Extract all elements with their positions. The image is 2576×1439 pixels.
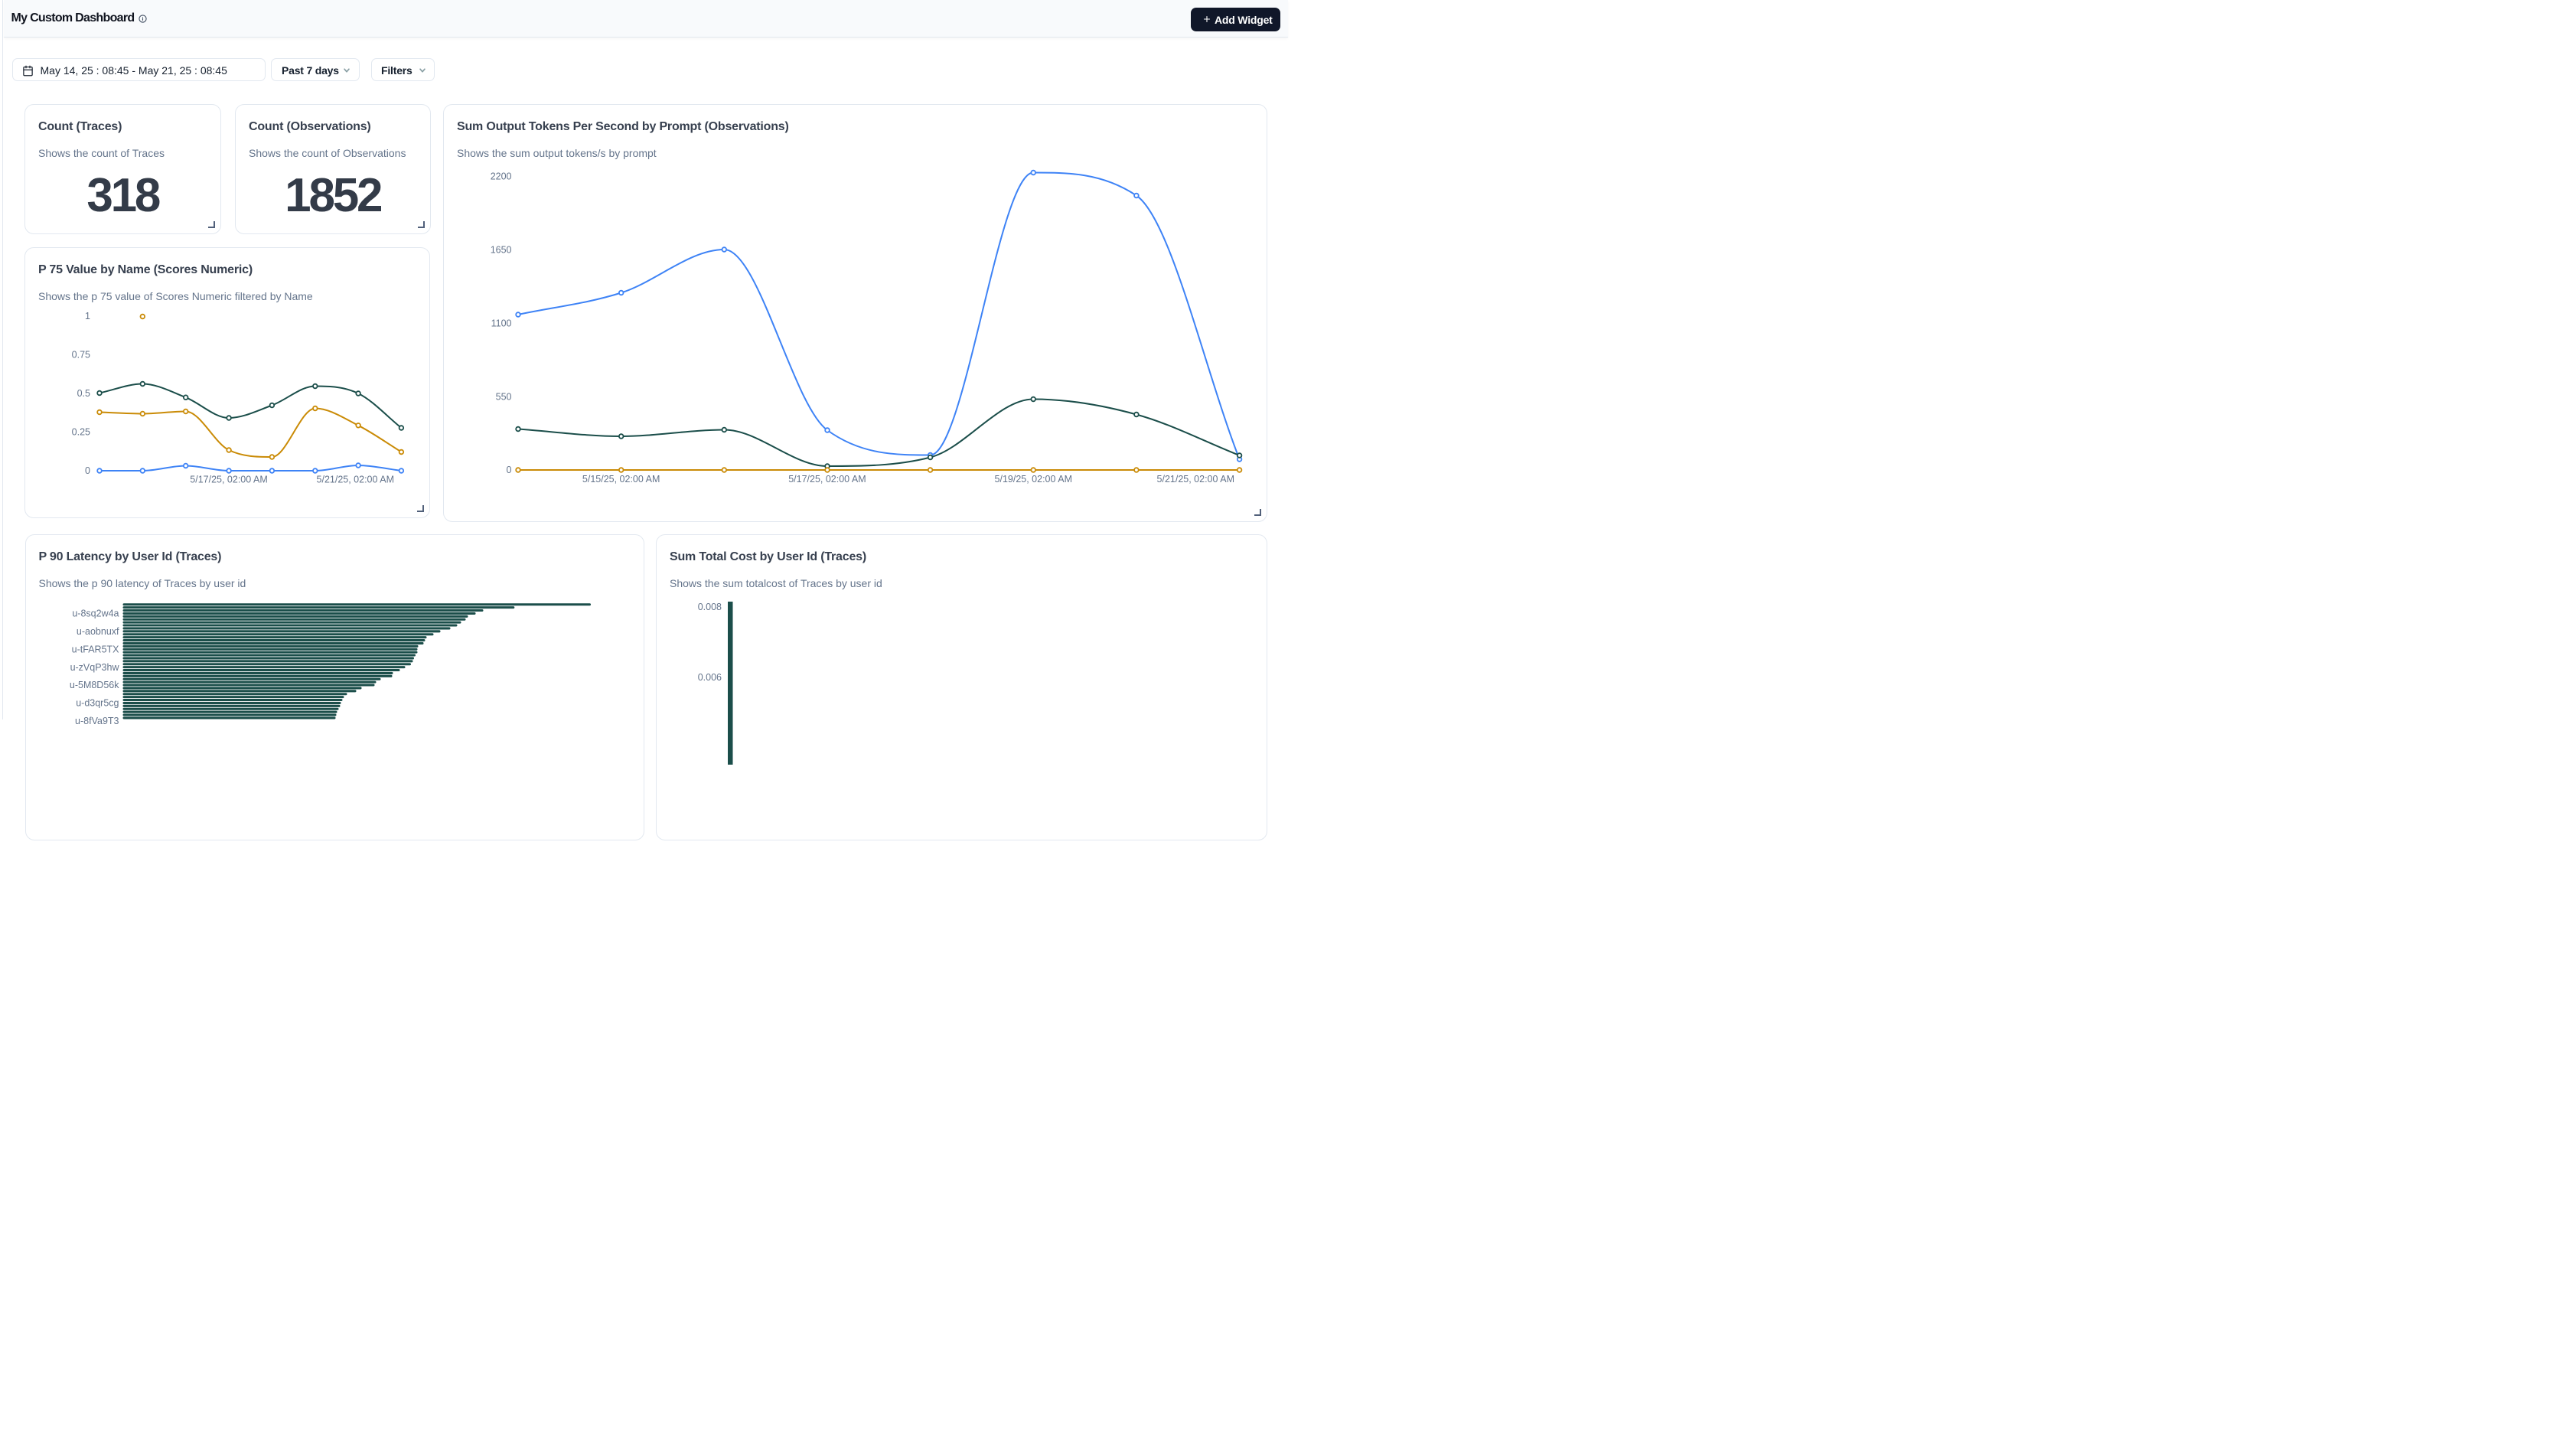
svg-text:1650: 1650 [491, 245, 512, 256]
svg-text:u-d3qr5cg: u-d3qr5cg [76, 698, 119, 709]
svg-text:5/21/25, 02:00 AM: 5/21/25, 02:00 AM [1157, 474, 1234, 485]
svg-text:550: 550 [496, 391, 512, 402]
svg-text:5/17/25, 02:00 AM: 5/17/25, 02:00 AM [190, 474, 267, 485]
svg-text:0.25: 0.25 [72, 426, 90, 437]
svg-text:5/17/25, 02:00 AM: 5/17/25, 02:00 AM [788, 474, 866, 485]
svg-text:5/21/25, 02:00 AM: 5/21/25, 02:00 AM [317, 474, 394, 485]
svg-text:u-aobnuxf: u-aobnuxf [76, 626, 119, 637]
svg-text:u-5M8D56k: u-5M8D56k [69, 680, 119, 690]
svg-text:0.5: 0.5 [77, 388, 90, 399]
svg-text:2200: 2200 [491, 171, 512, 182]
svg-text:5/19/25, 02:00 AM: 5/19/25, 02:00 AM [995, 474, 1072, 485]
svg-text:0.75: 0.75 [72, 349, 90, 360]
svg-text:0: 0 [85, 465, 90, 476]
svg-text:0.006: 0.006 [698, 672, 722, 683]
svg-text:0: 0 [507, 465, 512, 475]
svg-text:5/15/25, 02:00 AM: 5/15/25, 02:00 AM [582, 474, 660, 485]
svg-text:u-8sq2w4a: u-8sq2w4a [72, 609, 119, 619]
svg-text:u-8fVa9T3: u-8fVa9T3 [75, 716, 119, 726]
svg-text:1: 1 [85, 311, 90, 321]
svg-text:0.008: 0.008 [698, 602, 722, 612]
svg-text:u-tFAR5TX: u-tFAR5TX [71, 644, 119, 654]
svg-text:u-zVqP3hw: u-zVqP3hw [70, 662, 119, 673]
svg-text:1100: 1100 [491, 318, 512, 329]
